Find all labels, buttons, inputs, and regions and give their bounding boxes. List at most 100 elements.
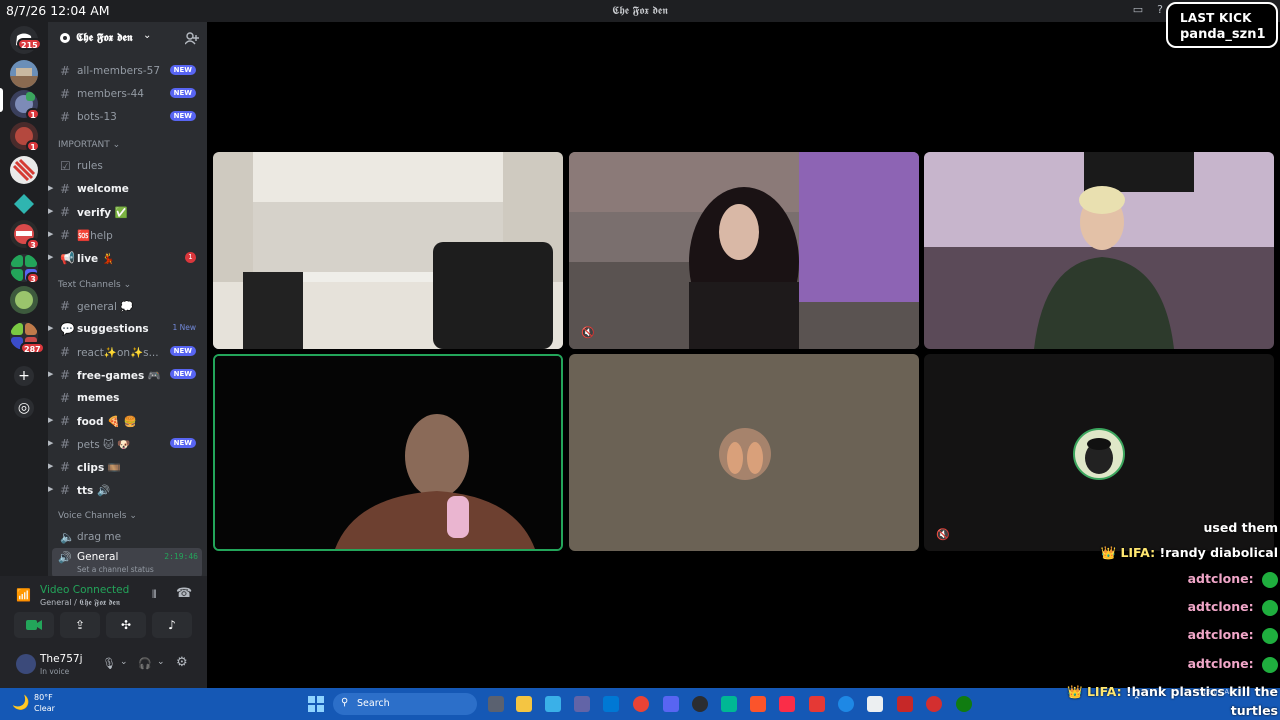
channel-react-on-s[interactable]: # react✨on✨s... NEW [48,342,207,362]
channel-rules[interactable]: ☑ rules [48,156,207,176]
video-tile-avatar[interactable] [569,354,919,551]
channel-live[interactable]: ▶ 📢 live 💃 1 [48,248,207,268]
channel-bots[interactable]: # bots-13 NEW [48,107,207,127]
app-icon[interactable] [897,696,913,712]
weather-desc[interactable]: Clear [34,704,55,713]
brave-icon[interactable] [750,696,766,712]
app-icon[interactable] [721,696,737,712]
add-server-button[interactable]: + [14,366,34,386]
taskbar-search[interactable]: ⚲ Search [333,693,477,715]
avatar[interactable] [16,654,36,674]
app-icon[interactable] [867,696,883,712]
channel-members[interactable]: # members-44 NEW [48,84,207,104]
new-badge: NEW [169,65,196,75]
music-icon[interactable] [779,696,795,712]
search-icon: ⚲ [341,697,349,708]
hash-icon: # [60,460,71,474]
weather-temp[interactable]: 80°F [34,693,53,702]
xbox-icon[interactable] [956,696,972,712]
avatar [1073,428,1125,480]
avatar [719,428,771,480]
server-icon[interactable] [10,60,38,88]
server-badge: 1 [26,108,40,120]
video-tile-streamer[interactable]: 🔇 [569,152,919,349]
category-voice-channels[interactable]: Voice Channels ⌄ [58,511,137,521]
headphones-icon[interactable]: 🎧 [138,657,152,670]
chrome-icon[interactable] [633,696,649,712]
voice-channel-drag-me[interactable]: 🔈 drag me [48,527,207,547]
windows-start-icon[interactable] [308,696,324,712]
inbox-icon[interactable]: ▭ [1131,3,1145,17]
video-tile-gamer[interactable] [924,152,1274,349]
invite-people-icon[interactable] [185,32,199,45]
disconnect-icon[interactable]: ☎ [176,586,192,601]
chevron-down-icon[interactable]: ⌄ [120,657,128,667]
voice-channel-general[interactable]: 🔊 General 2:19:46 Set a channel status [52,548,202,578]
muted-icon: 🔇 [936,528,950,541]
new-badge: NEW [169,346,196,356]
new-badge: NEW [169,88,196,98]
video-tile-speaking[interactable] [213,354,563,551]
channel-suggestions[interactable]: ▶ 💬 suggestions 1 New [48,319,207,339]
category-important[interactable]: IMPORTANT ⌄ [58,140,120,150]
channel-food[interactable]: ▶ # food 🍕 🍔 [48,411,207,431]
server-icon[interactable] [10,190,38,218]
obs-icon[interactable] [692,696,708,712]
chevron-down-icon: ⌄ [143,30,152,41]
caret-right-icon: ▶ [48,207,54,215]
connection-location[interactable]: General / 𝕮𝖍𝖊 𝕱𝖔𝖝 𝖉𝖊𝖓 [40,598,120,608]
copilot-icon[interactable] [545,696,561,712]
activities-button[interactable]: ✣ [106,612,146,638]
help-icon[interactable]: ? [1153,3,1167,17]
help-app-icon[interactable] [838,696,854,712]
video-tile-kitchen[interactable] [213,152,563,349]
soundboard-button[interactable]: ♪ [152,612,192,638]
screen-share-icon: ⇪ [74,618,86,632]
voice-timer: 2:19:46 [164,552,198,561]
username[interactable]: The757j [40,653,83,665]
video-feed [924,152,1274,349]
crown-icon: 👑 [1100,545,1117,560]
file-explorer-icon[interactable] [516,696,532,712]
store-icon[interactable] [603,696,619,712]
channel-status[interactable]: Set a channel status [77,565,154,574]
channel-welcome[interactable]: ▶ # welcome [48,179,207,199]
channel-clips[interactable]: ▶ # clips 🎞️ [48,457,207,477]
signal-icon[interactable]: 📶 [16,588,31,602]
connection-status[interactable]: Video Connected [40,584,129,596]
app-icon[interactable] [809,696,825,712]
channel-memes[interactable]: # memes [48,388,207,408]
screen-share-button[interactable]: ⇪ [60,612,100,638]
task-view-icon[interactable] [488,696,504,712]
new-badge: NEW [169,438,196,448]
teams-icon[interactable] [574,696,590,712]
opera-icon[interactable] [926,696,942,712]
channel-help[interactable]: ▶ # 🆘help [48,225,207,245]
hash-icon: # [60,345,71,359]
channel-pets[interactable]: ▶ # pets 🐱 🐶 NEW [48,434,207,454]
channel-all-members[interactable]: # all-members-57 NEW [48,61,207,81]
chevron-down-icon[interactable]: ⌄ [157,657,165,667]
weather-moon-icon[interactable]: 🌙 [12,695,29,711]
discord-icon[interactable] [663,696,679,712]
server-header[interactable]: 𝕮𝖍𝖊 𝕱𝖔𝖝 𝖉𝖊𝖓 ⌄ [48,22,207,54]
channel-general[interactable]: # general 💭 [48,296,207,316]
channel-free-games[interactable]: ▶ # free-games 🎮 NEW [48,365,207,385]
new-badge: NEW [169,111,196,121]
camera-button[interactable] [14,612,54,638]
channel-tts[interactable]: ▶ # tts 🔊 [48,480,207,500]
server-icon[interactable] [10,286,38,314]
channel-verify[interactable]: ▶ # verify ✅ [48,202,207,222]
server-icon[interactable] [10,156,38,184]
video-feed [569,152,919,349]
hash-icon: # [60,483,71,497]
server-badge: 3 [26,238,40,250]
hash-icon: # [60,205,71,219]
megaphone-icon: 📢 [60,251,75,265]
category-text-channels[interactable]: Text Channels ⌄ [58,280,131,290]
noise-suppression-icon[interactable]: ⫴ [152,588,157,602]
settings-gear-icon[interactable]: ⚙ [176,655,188,670]
microphone-icon[interactable]: 🎙 [102,657,116,670]
emote-icon [1262,627,1278,644]
discover-button[interactable]: ◎ [14,398,34,418]
